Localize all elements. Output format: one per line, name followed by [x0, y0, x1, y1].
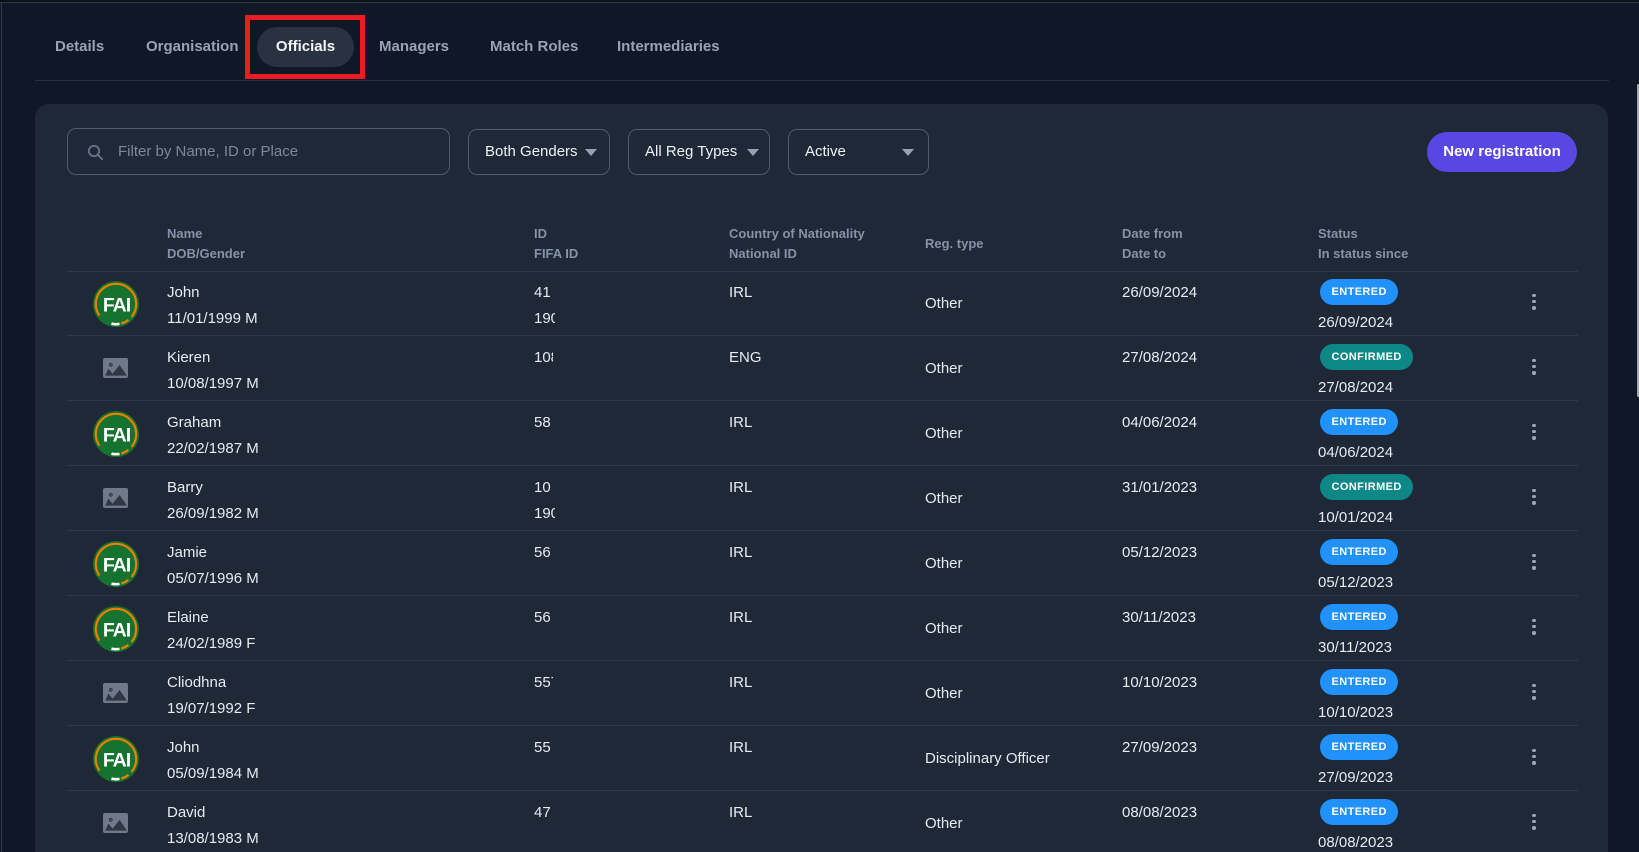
svg-text:FAI: FAI [103, 555, 131, 577]
svg-text:FAI: FAI [103, 425, 131, 447]
svg-text:FAI: FAI [103, 620, 131, 642]
svg-text:FAI: FAI [103, 295, 131, 317]
svg-text:FAI: FAI [103, 750, 131, 772]
